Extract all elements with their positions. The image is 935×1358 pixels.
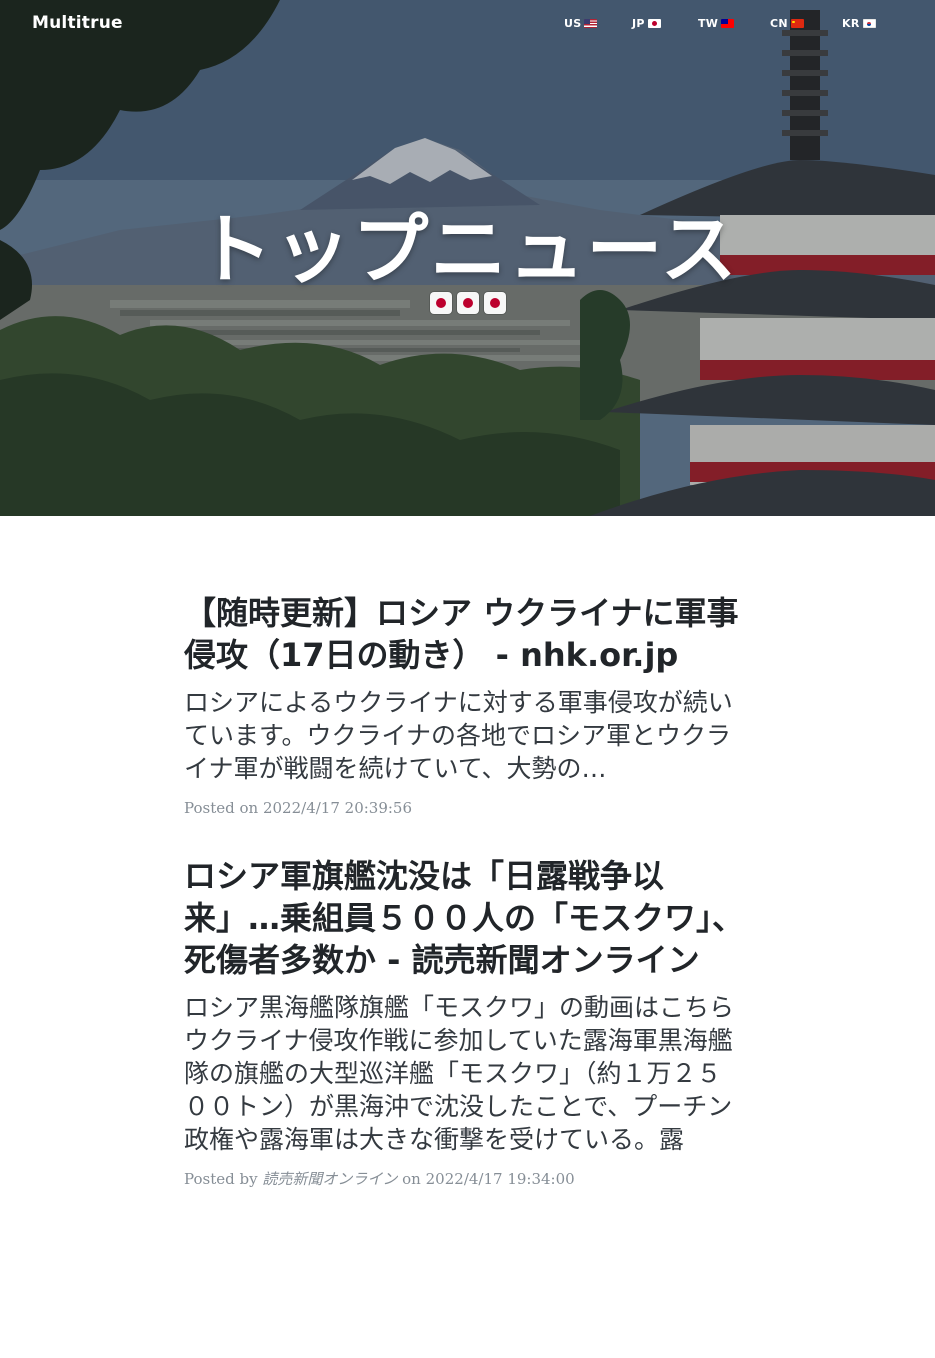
post-meta: Posted by 読売新聞オンライン on 2022/4/17 19:34:0… xyxy=(184,1168,744,1190)
country-nav: US JP TW CN KR xyxy=(0,17,935,37)
post-subtitle: ロシア黒海艦隊旗艦「モスクワ」の動画はこちら ウクライナ侵攻作戦に参加していた露… xyxy=(184,993,760,1154)
post-author: 読売新聞オンライン xyxy=(262,1170,398,1188)
page-title: トップニュース xyxy=(196,205,739,294)
post-preview: 【随時更新】ロシア ウクライナに軍事侵攻（17日の動き） - nhk.or.jp… xyxy=(184,592,744,819)
us-flag-icon xyxy=(584,19,598,28)
jp-flag-icon xyxy=(647,19,661,28)
post-subtitle: ロシアによるウクライナに対する軍事侵攻が続いています。ウクライナの各地でロシア軍… xyxy=(184,688,733,783)
nav-link-tw[interactable]: TW xyxy=(698,17,735,30)
nav-link-cn-label: CN xyxy=(770,17,788,30)
nav-link-cn[interactable]: CN xyxy=(770,17,804,30)
kr-flag-icon xyxy=(862,19,876,28)
cn-flag-icon xyxy=(790,19,804,28)
nav-link-tw-label: TW xyxy=(698,17,719,30)
post-meta: Posted on 2022/4/17 20:39:56 xyxy=(184,797,744,819)
post-meta-prefix: Posted on xyxy=(184,799,259,817)
jp-flag-icon xyxy=(483,292,506,314)
tw-flag-icon xyxy=(721,19,735,28)
nav-link-us[interactable]: US xyxy=(564,17,598,30)
post-list: 【随時更新】ロシア ウクライナに軍事侵攻（17日の動き） - nhk.or.jp… xyxy=(184,592,760,1226)
post-date: 2022/4/17 20:39:56 xyxy=(262,799,413,817)
jp-flag-icon xyxy=(456,292,479,314)
jp-flag-icon xyxy=(429,292,452,314)
post-date: 2022/4/17 19:34:00 xyxy=(425,1170,575,1188)
post-preview: ロシア軍旗艦沈没は「日露戦争以来」…乗組員５００人の「モスクワ」、死傷者多数か … xyxy=(184,855,760,1190)
nav-link-kr[interactable]: KR xyxy=(842,17,876,30)
nav-link-us-label: US xyxy=(564,17,582,30)
nav-link-kr-label: KR xyxy=(842,17,860,30)
post-meta-on: on xyxy=(402,1170,421,1188)
post-meta-prefix: Posted by xyxy=(184,1170,258,1188)
hero-header: Multitrue US JP TW CN KR トップニュース xyxy=(0,0,935,516)
post-title-link[interactable]: 【随時更新】ロシア ウクライナに軍事侵攻（17日の動き） - nhk.or.jp xyxy=(184,592,744,676)
nav-link-jp[interactable]: JP xyxy=(632,17,661,30)
post-title-link[interactable]: ロシア軍旗艦沈没は「日露戦争以来」…乗組員５００人の「モスクワ」、死傷者多数か … xyxy=(184,855,744,981)
nav-link-jp-label: JP xyxy=(632,17,645,30)
hero-flag-row xyxy=(0,292,935,314)
